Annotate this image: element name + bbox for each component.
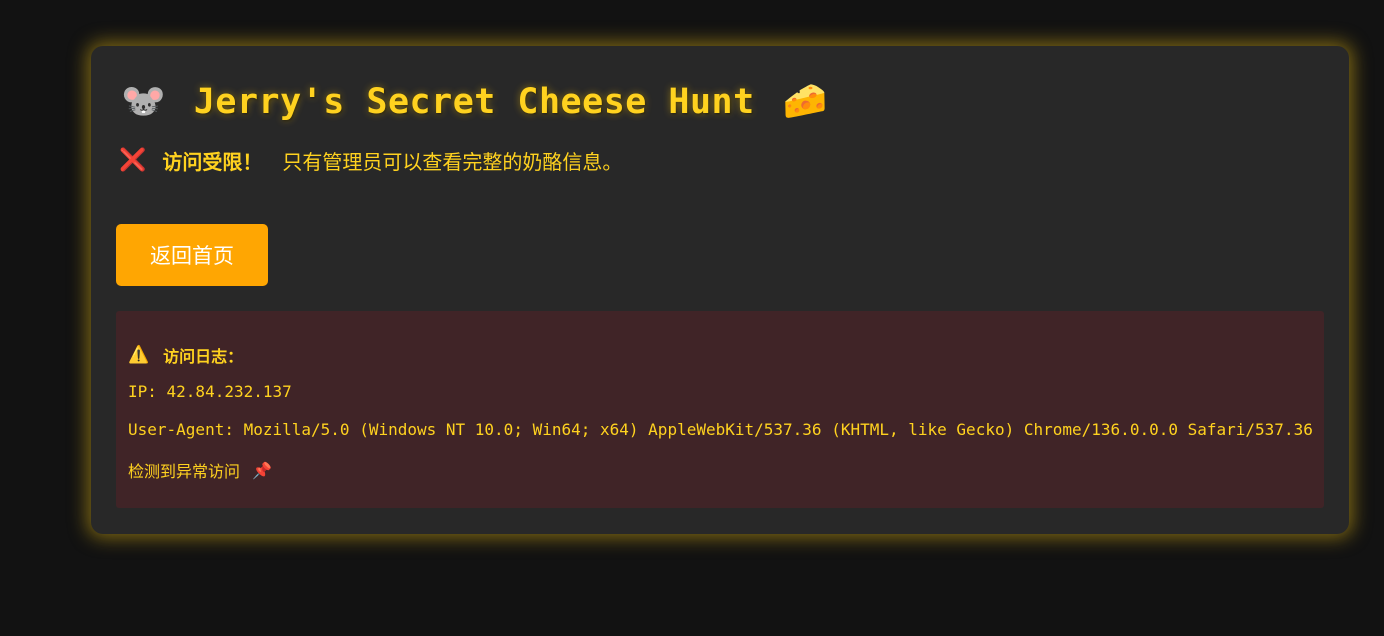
pushpin-icon: 📌 (252, 460, 272, 480)
user-agent-line: User-Agent: Mozilla/5.0 (Windows NT 10.0… (128, 420, 1313, 439)
access-denied-label: 访问受限！ (162, 150, 263, 174)
ip-line: IP: 42.84.232.137 (128, 382, 292, 401)
title-text: Jerry's Secret Cheese Hunt (193, 82, 755, 122)
anomaly-text: 检测到异常访问 (128, 462, 241, 481)
access-denied-detail: 只有管理员可以查看完整的奶酪信息。 (282, 150, 623, 174)
access-denied-message: ❌ 访问受限！ 只有管理员可以查看完整的奶酪信息。 (119, 146, 622, 175)
access-log-panel: ⚠️ 访问日志： IP: 42.84.232.137 User-Agent: M… (116, 311, 1324, 508)
back-home-button[interactable]: 返回首页 (116, 224, 268, 286)
mouse-icon: 🐭 (121, 81, 166, 122)
access-log-heading: ⚠️ 访问日志： (128, 343, 243, 367)
page-title: 🐭 Jerry's Secret Cheese Hunt 🧀 (121, 78, 828, 126)
warning-icon: ⚠️ (128, 345, 150, 365)
access-log-heading-text: 访问日志： (163, 347, 244, 366)
cheese-icon: 🧀 (782, 81, 828, 122)
main-card: 🐭 Jerry's Secret Cheese Hunt 🧀 ❌ 访问受限！ 只… (91, 46, 1349, 534)
cross-mark-icon: ❌ (119, 147, 147, 173)
anomaly-notice: 检测到异常访问 📌 (128, 458, 272, 482)
